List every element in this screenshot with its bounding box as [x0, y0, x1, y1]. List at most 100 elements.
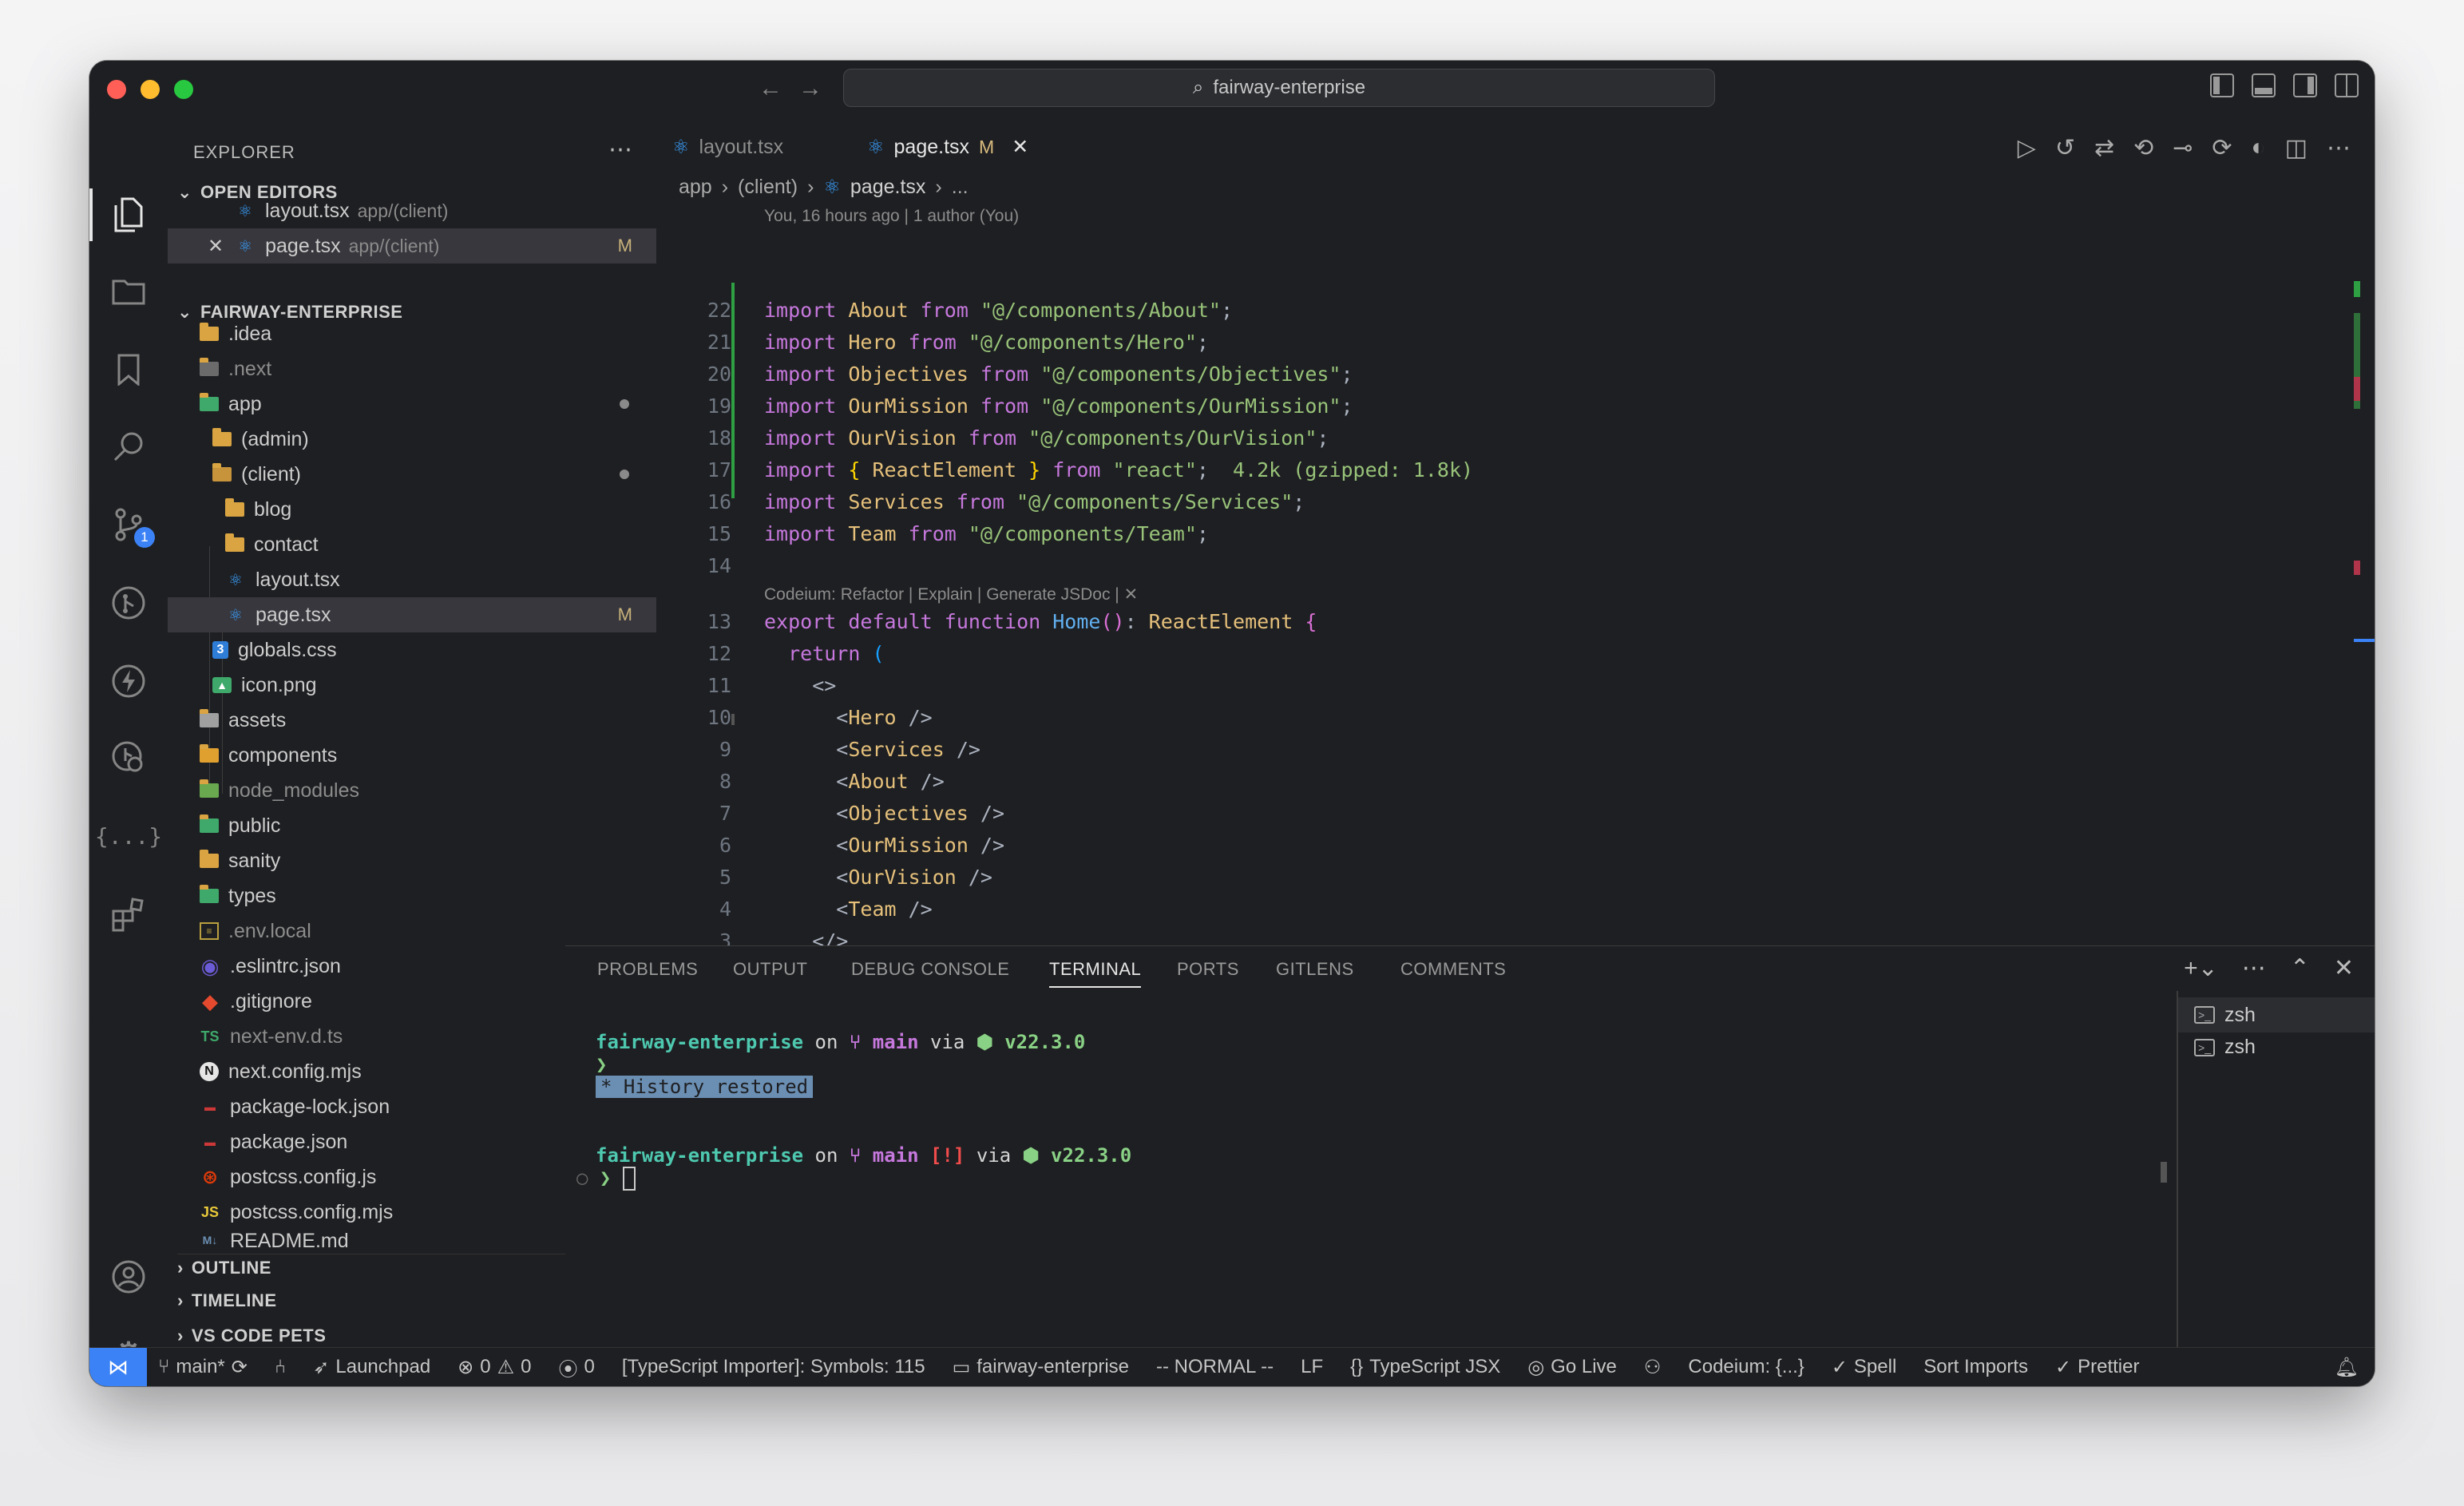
thunder-client-icon[interactable]: [109, 661, 149, 701]
tree-item-client[interactable]: (client): [168, 457, 656, 492]
tree-item-node-modules[interactable]: node_modules: [168, 773, 656, 808]
extensions-icon[interactable]: [109, 894, 149, 934]
folder-status[interactable]: ▭ fairway-enterprise: [953, 1356, 1129, 1379]
remote-explorer-icon[interactable]: [109, 738, 149, 778]
commit-icon[interactable]: ⊸: [2173, 134, 2193, 162]
code-editor[interactable]: 22 21 20 19 18 17 16 15 14 13 12 11 10 9…: [656, 233, 2375, 998]
zoom-window-button[interactable]: [174, 80, 193, 99]
tree-item-page[interactable]: ⚛ page.tsx M: [168, 597, 656, 632]
vscode-pets-header[interactable]: › VS CODE PETS: [177, 1326, 326, 1346]
breadcrumb-item[interactable]: (client): [738, 176, 798, 199]
previous-revision-icon[interactable]: ⟲: [2133, 134, 2153, 162]
breadcrumb-item[interactable]: page.tsx: [850, 176, 926, 199]
explorer-files-icon[interactable]: [89, 188, 149, 241]
eol-status[interactable]: LF: [1301, 1356, 1323, 1378]
tab-output[interactable]: OUTPUT: [733, 959, 807, 980]
tree-item-components[interactable]: components: [168, 738, 656, 773]
folder-icon: [200, 885, 219, 903]
forward-arrow-icon[interactable]: →: [798, 75, 822, 102]
json-braces-icon[interactable]: {...}: [95, 816, 162, 856]
history-icon[interactable]: ↺: [2055, 134, 2075, 162]
tab-page-tsx[interactable]: ⚛ page.tsx M ✕: [867, 123, 1028, 171]
back-arrow-icon[interactable]: ←: [759, 75, 782, 102]
ports-status[interactable]: ⦿ 0: [559, 1353, 595, 1381]
git-blame-lens[interactable]: You, 16 hours ago | 1 author (You): [764, 207, 1019, 226]
more-actions-icon[interactable]: ⋯: [608, 136, 632, 164]
close-window-button[interactable]: [107, 80, 126, 99]
close-editor-icon[interactable]: ✕: [208, 235, 224, 258]
tree-item-icon-png[interactable]: ▲ icon.png: [168, 668, 656, 703]
tree-item-idea[interactable]: .idea: [168, 316, 656, 351]
tree-item-env-local[interactable]: ≡ .env.local: [168, 914, 656, 949]
terminal-list-item[interactable]: >_ zsh: [2178, 997, 2375, 1032]
tree-item-assets[interactable]: assets: [168, 703, 656, 738]
compare-changes-icon[interactable]: ⇄: [2094, 134, 2114, 162]
line-number: 8: [719, 770, 731, 793]
spell-status[interactable]: ✓ Spell: [1832, 1356, 1896, 1379]
close-panel-icon[interactable]: ✕: [2334, 954, 2354, 982]
tree-item-sanity[interactable]: sanity: [168, 843, 656, 878]
language-status[interactable]: {} TypeScript JSX: [1350, 1356, 1500, 1378]
tab-gitlens[interactable]: GITLENS: [1276, 959, 1354, 980]
codeium-codelens[interactable]: Codeium: Refactor | Explain | Generate J…: [764, 585, 1138, 604]
source-control-icon[interactable]: 1: [109, 505, 155, 548]
tree-item-public[interactable]: public: [168, 808, 656, 843]
ts-importer-status[interactable]: [TypeScript Importer]: Symbols: 115: [622, 1356, 925, 1378]
tree-item-types[interactable]: types: [168, 878, 656, 914]
prettier-status[interactable]: ✓ Prettier: [2055, 1356, 2139, 1379]
go-live-button[interactable]: ◎ Go Live: [1527, 1356, 1617, 1379]
git-graph-icon[interactable]: ⑃: [275, 1356, 286, 1378]
timeline-header[interactable]: › TIMELINE: [177, 1290, 277, 1311]
node-icon: ⬢: [1022, 1144, 1052, 1167]
line-number: 14: [707, 554, 731, 577]
tree-item-contact[interactable]: contact: [168, 527, 656, 562]
toggle-panel-icon[interactable]: [2252, 73, 2276, 97]
gitlens-icon[interactable]: [109, 583, 149, 623]
tree-item-admin[interactable]: (admin): [168, 422, 656, 457]
tab-ports[interactable]: PORTS: [1177, 959, 1239, 980]
customize-layout-icon[interactable]: [2335, 73, 2359, 97]
breadcrumb-item[interactable]: ...: [952, 176, 969, 199]
bookmark-icon[interactable]: [109, 350, 149, 390]
launchpad-status[interactable]: ➶ Launchpad: [313, 1356, 430, 1379]
folder-icon[interactable]: [109, 271, 149, 311]
tab-problems[interactable]: PROBLEMS: [597, 959, 698, 980]
codeium-status[interactable]: Codeium: {...}: [1688, 1356, 1804, 1378]
toggle-primary-sidebar-icon[interactable]: [2210, 73, 2234, 97]
open-editor-item[interactable]: ✕ ⚛ page.tsx app/(client) M: [168, 228, 656, 264]
branch-status[interactable]: ⑂ main* ⟳: [158, 1356, 248, 1379]
run-icon[interactable]: ▷: [2018, 134, 2036, 162]
remote-indicator-icon[interactable]: ⋈: [89, 1348, 147, 1386]
problems-status[interactable]: ⊗ 0 ⚠ 0: [458, 1356, 531, 1379]
next-revision-icon[interactable]: ⟳: [2212, 134, 2232, 162]
search-icon[interactable]: [109, 426, 149, 466]
tree-item-blog[interactable]: blog: [168, 492, 656, 527]
code-line: import Services from "@/components/Servi…: [764, 490, 1305, 513]
react-file-icon: ⚛: [672, 136, 690, 158]
more-actions-icon[interactable]: ⋯: [2242, 954, 2266, 982]
tab-layout-tsx[interactable]: ⚛ layout.tsx: [672, 123, 783, 171]
new-terminal-icon[interactable]: +⌄: [2184, 954, 2218, 982]
toggle-secondary-sidebar-icon[interactable]: [2293, 73, 2317, 97]
maximize-panel-icon[interactable]: ⌃: [2290, 954, 2310, 982]
tree-item-layout[interactable]: ⚛ layout.tsx: [168, 562, 656, 597]
gitlens-inspect-icon[interactable]: ◐: [2252, 134, 2266, 162]
tree-item-app[interactable]: app: [168, 386, 656, 422]
accounts-icon[interactable]: [109, 1257, 149, 1297]
breadcrumb-item[interactable]: app: [679, 176, 712, 199]
more-actions-icon[interactable]: ⋯: [2327, 134, 2351, 162]
tree-item-globals-css[interactable]: 3 globals.css: [168, 632, 656, 668]
split-editor-icon[interactable]: ◫: [2285, 134, 2308, 162]
tab-debug-console[interactable]: DEBUG CONSOLE: [851, 959, 1009, 980]
notifications-bell-icon[interactable]: 🔔︎: [2335, 1356, 2359, 1379]
sort-imports-button[interactable]: Sort Imports: [1923, 1356, 2028, 1378]
tab-terminal[interactable]: TERMINAL: [1049, 959, 1142, 988]
close-tab-icon[interactable]: ✕: [1012, 135, 1028, 159]
minimize-window-button[interactable]: [141, 80, 160, 99]
command-center-search[interactable]: ⌕ fairway-enterprise: [843, 69, 1715, 107]
terminal-list-item[interactable]: >_ zsh: [2194, 1036, 2256, 1059]
tree-item-next[interactable]: .next: [168, 351, 656, 386]
open-editor-item[interactable]: ⚛ layout.tsx app/(client): [168, 193, 656, 228]
tab-comments[interactable]: COMMENTS: [1400, 959, 1506, 980]
gitlens-status-icon[interactable]: ⚇: [1644, 1356, 1662, 1379]
